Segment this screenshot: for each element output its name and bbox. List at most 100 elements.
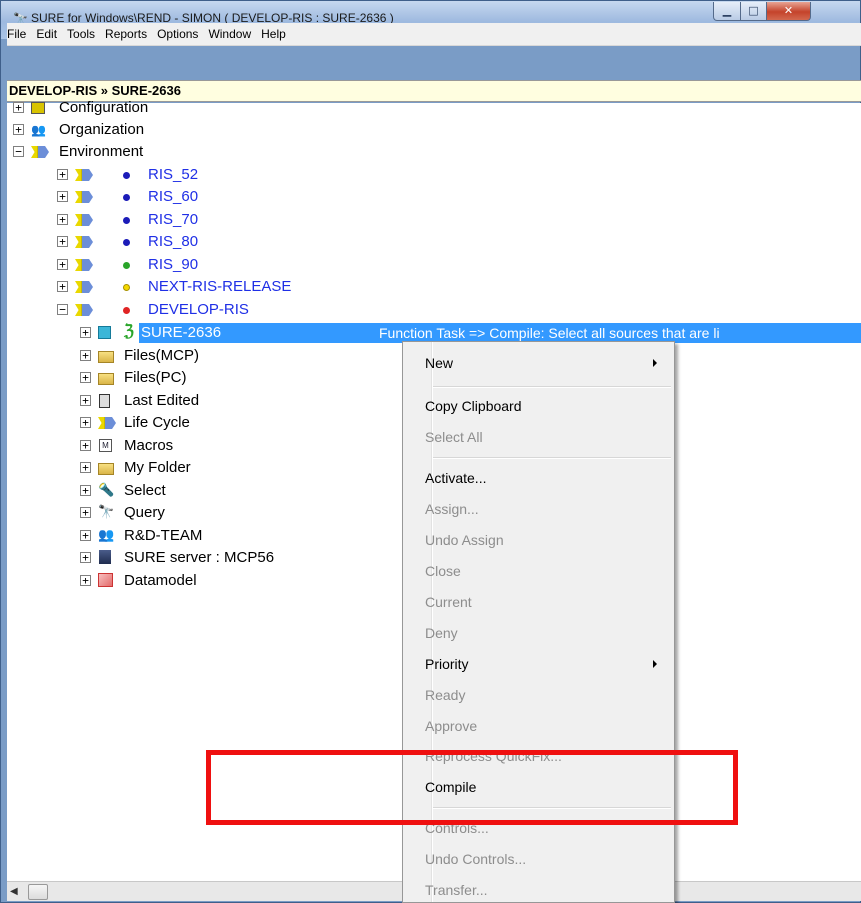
status-dot-icon [123, 172, 130, 179]
maximize-button[interactable]: □ [740, 2, 767, 21]
tree-item-configuration[interactable]: + Configuration [7, 97, 307, 119]
menu-item-select-all[interactable]: Select All [425, 428, 483, 446]
environment-icon [75, 259, 93, 271]
close-button[interactable]: ✕ [766, 2, 811, 21]
menu-options[interactable]: Options [152, 24, 203, 45]
environment-icon [75, 169, 93, 181]
expand-icon[interactable]: + [57, 236, 68, 247]
menu-item-deny[interactable]: Deny [425, 624, 458, 642]
expand-icon[interactable]: + [80, 350, 91, 361]
menu-separator [433, 457, 671, 459]
menu-reports[interactable]: Reports [100, 24, 152, 45]
tree-item-child[interactable]: + 🔦 Select [7, 480, 407, 502]
environment-icon [75, 281, 93, 293]
maximize-icon: □ [748, 4, 759, 17]
expand-icon[interactable]: + [13, 124, 24, 135]
expand-icon[interactable]: + [80, 485, 91, 496]
tree-item-label: Macros [124, 437, 174, 454]
tree-item-label: Datamodel [124, 572, 197, 589]
environment-icon [75, 214, 93, 226]
tree-item-child[interactable]: + 👥 R&D-TEAM [7, 525, 407, 547]
expand-icon[interactable]: + [80, 440, 91, 451]
tree-item-label: Files(PC) [124, 369, 187, 386]
menu-window[interactable]: Window [203, 24, 256, 45]
expand-icon[interactable]: + [57, 169, 68, 180]
tree-item-label: Environment [59, 143, 144, 160]
tree-item-child[interactable]: + My Folder [7, 457, 407, 479]
menu-item-priority[interactable]: Priority [425, 655, 469, 673]
expand-icon[interactable]: + [80, 372, 91, 383]
tree-item-child[interactable]: + Files(PC) [7, 367, 407, 389]
menu-item-current[interactable]: Current [425, 593, 472, 611]
tree-item-label: Life Cycle [124, 414, 190, 431]
expand-icon[interactable]: + [80, 530, 91, 541]
environment-icon [75, 236, 93, 248]
tree-item-label: DEVELOP-RIS [148, 301, 249, 318]
task-icon [98, 326, 111, 339]
menu-separator [433, 386, 671, 388]
menu-bar: File Edit Tools Reports Options Window Help [7, 23, 861, 46]
breadcrumb-path: DEVELOP-RIS » SURE-2636 [9, 83, 181, 98]
expand-icon[interactable]: + [57, 191, 68, 202]
tree-item-child[interactable]: + Last Edited [7, 390, 407, 412]
menu-item-copy-clipboard[interactable]: Copy Clipboard [425, 397, 522, 415]
menu-item-new[interactable]: New [425, 354, 453, 372]
tree-item-environment[interactable]: + RIS_52 [7, 164, 407, 186]
select-icon: 🔦 [98, 482, 115, 497]
expand-icon[interactable]: + [13, 102, 24, 113]
tree-item-child[interactable]: + Datamodel [7, 570, 407, 592]
tree-item-label: RIS_70 [148, 211, 199, 228]
expand-icon[interactable]: + [57, 214, 68, 225]
tree-item-child[interactable]: + M Macros [7, 435, 407, 457]
menu-item-approve[interactable]: Approve [425, 717, 477, 735]
tree-item-child[interactable]: + Life Cycle [7, 412, 407, 434]
tree-item-label: My Folder [124, 459, 191, 476]
expand-icon[interactable]: + [80, 507, 91, 518]
menu-help[interactable]: Help [256, 24, 291, 45]
status-dot-icon [123, 217, 130, 224]
collapse-icon[interactable]: − [13, 146, 24, 157]
menu-edit[interactable]: Edit [31, 24, 62, 45]
collapse-icon[interactable]: − [57, 304, 68, 315]
tree-item-child[interactable]: + Files(MCP) [7, 345, 407, 367]
tree-item-environment[interactable]: + RIS_70 [7, 209, 407, 231]
tree-item-organization[interactable]: + 👥 Organization [7, 119, 307, 141]
expand-icon[interactable]: + [80, 462, 91, 473]
tree-item-child[interactable]: + SURE server : MCP56 [7, 547, 407, 569]
scroll-left-icon[interactable]: ◀ [10, 884, 26, 899]
expand-icon[interactable]: + [80, 417, 91, 428]
tree-item-environment[interactable]: − Environment [7, 141, 307, 163]
menu-item-undo-controls[interactable]: Undo Controls... [425, 850, 526, 868]
menu-item-ready[interactable]: Ready [425, 686, 465, 704]
tree-item-label: Select [124, 482, 166, 499]
tree-item-child[interactable]: + 🔭 Query [7, 502, 407, 524]
environment-icon [31, 146, 49, 158]
menu-item-activate[interactable]: Activate... [425, 469, 486, 487]
expand-icon[interactable]: + [57, 281, 68, 292]
menu-item-undo-assign[interactable]: Undo Assign [425, 531, 504, 549]
menu-item-close[interactable]: Close [425, 562, 461, 580]
minimize-button[interactable]: ▁ [713, 2, 741, 21]
tree-item-environment[interactable]: + RIS_90 [7, 254, 407, 276]
expand-icon[interactable]: + [57, 259, 68, 270]
environment-icon [75, 191, 93, 203]
tree-item-environment[interactable]: + RIS_80 [7, 231, 407, 253]
expand-icon[interactable]: + [80, 395, 91, 406]
folder-icon [98, 373, 114, 385]
tree-item-environment[interactable]: + RIS_60 [7, 186, 407, 208]
menu-item-assign[interactable]: Assign... [425, 500, 479, 518]
expand-icon[interactable]: + [80, 575, 91, 586]
scroll-thumb[interactable] [28, 884, 48, 900]
expand-icon[interactable]: + [80, 327, 91, 338]
tree-item-environment[interactable]: − DEVELOP-RIS [7, 299, 407, 321]
environment-icon [75, 304, 93, 316]
menu-item-transfer[interactable]: Transfer... [425, 881, 488, 899]
menu-tools[interactable]: Tools [62, 24, 100, 45]
folder-icon [98, 351, 114, 363]
binoculars-icon: 🔭 [98, 504, 115, 519]
expand-icon[interactable]: + [80, 552, 91, 563]
menu-file[interactable]: File [7, 24, 31, 45]
tree-item-label: Files(MCP) [124, 347, 199, 364]
document-icon [99, 394, 110, 408]
tree-item-environment[interactable]: + NEXT-RIS-RELEASE [7, 276, 407, 298]
